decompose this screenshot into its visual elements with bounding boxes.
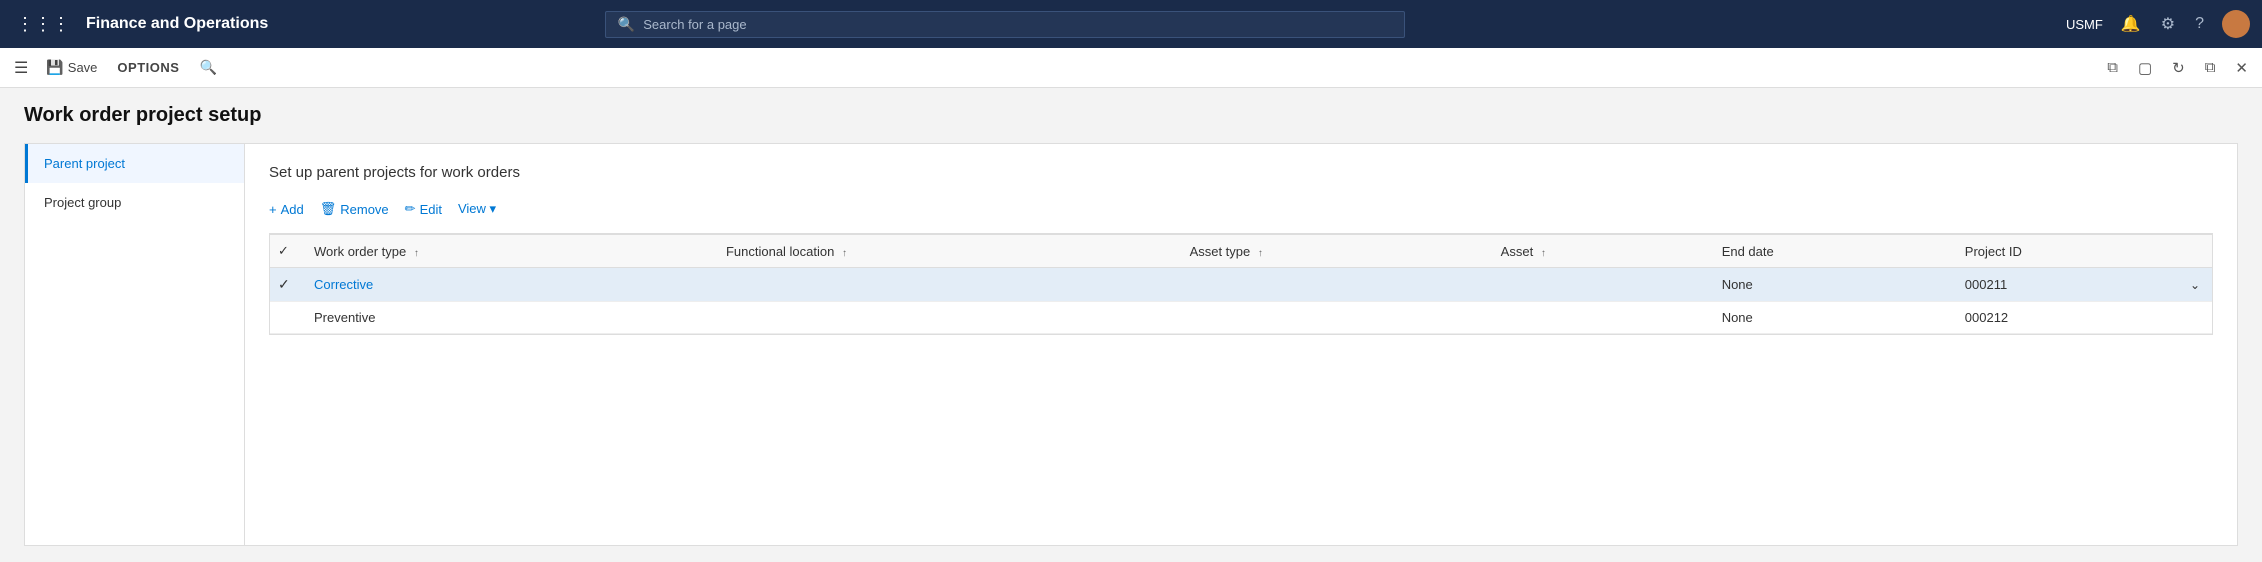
page-title: Work order project setup xyxy=(24,104,2238,127)
right-content: Set up parent projects for work orders +… xyxy=(245,144,2237,545)
row-check-1: ✓ xyxy=(270,268,302,302)
sort-icon-asset-type: ↑ xyxy=(1258,248,1263,259)
search-input[interactable] xyxy=(643,17,1392,32)
refresh-icon[interactable]: ↻ xyxy=(2166,55,2191,81)
toolbar: ☰ 💾 Save OPTIONS 🔍 ⧉ ▢ ↻ ⧉ ✕ xyxy=(0,48,2262,88)
row-check-2 xyxy=(270,302,302,334)
row-asset-2 xyxy=(1489,302,1710,334)
nav-item-project-group[interactable]: Project group xyxy=(25,183,244,222)
row-work-order-type-1[interactable]: Corrective xyxy=(302,268,714,302)
app-title: Finance and Operations xyxy=(86,15,268,33)
table-row[interactable]: Preventive No xyxy=(270,302,2212,334)
main-content: Work order project setup Parent project … xyxy=(0,88,2262,562)
help-icon[interactable]: ? xyxy=(2193,13,2206,35)
row-asset-1 xyxy=(1489,268,1710,302)
sort-icon-functional-location: ↑ xyxy=(842,248,847,259)
column-work-order-type[interactable]: Work order type ↑ xyxy=(302,235,714,268)
table-row[interactable]: ✓ Corrective xyxy=(270,268,2212,302)
column-check: ✓ xyxy=(270,235,302,268)
row-functional-location-2 xyxy=(714,302,1178,334)
save-disk-icon: 💾 xyxy=(46,59,63,76)
column-end-date[interactable]: End date xyxy=(1710,235,1953,268)
edit-button[interactable]: ✏ Edit xyxy=(405,197,442,221)
add-button[interactable]: + Add xyxy=(269,198,304,221)
data-table: ✓ Work order type ↑ Functional location … xyxy=(270,234,2212,334)
right-toolbar-icons: ⧉ ▢ ↻ ⧉ ✕ xyxy=(2101,55,2254,81)
view-button[interactable]: View ▾ xyxy=(458,197,496,221)
view-label: View ▾ xyxy=(458,201,496,217)
avatar[interactable] xyxy=(2222,10,2250,38)
inner-panel: Parent project Project group Set up pare… xyxy=(24,143,2238,546)
column-project-id[interactable]: Project ID xyxy=(1953,235,2212,268)
row-end-date-2: None xyxy=(1710,302,1953,334)
waffle-icon[interactable]: ⋮⋮⋮ xyxy=(12,10,74,39)
section-title: Set up parent projects for work orders xyxy=(269,164,2213,181)
row-functional-location-1 xyxy=(714,268,1178,302)
row-end-date-1: None xyxy=(1710,268,1953,302)
column-asset-type[interactable]: Asset type ↑ xyxy=(1178,235,1489,268)
table-header-row: ✓ Work order type ↑ Functional location … xyxy=(270,235,2212,268)
save-button[interactable]: 💾 Save xyxy=(38,55,105,80)
top-navigation: ⋮⋮⋮ Finance and Operations 🔍 USMF 🔔 ⚙ ? xyxy=(0,0,2262,48)
remove-icon: 🗑 xyxy=(320,201,337,217)
left-navigation: Parent project Project group xyxy=(25,144,245,545)
grid-icon[interactable]: ⧉ xyxy=(2101,55,2124,80)
search-icon: 🔍 xyxy=(618,16,635,33)
column-asset[interactable]: Asset ↑ xyxy=(1489,235,1710,268)
remove-button[interactable]: 🗑 Remove xyxy=(320,197,389,221)
row-work-order-type-2[interactable]: Preventive xyxy=(302,302,714,334)
user-label: USMF xyxy=(2066,17,2103,32)
open-new-icon[interactable]: ⧉ xyxy=(2199,55,2222,80)
hamburger-icon[interactable]: ☰ xyxy=(8,54,34,82)
office-icon[interactable]: ▢ xyxy=(2132,55,2158,81)
settings-icon[interactable]: ⚙ xyxy=(2159,12,2177,36)
edit-icon: ✏ xyxy=(405,201,416,217)
row-checkmark-1: ✓ xyxy=(278,276,290,292)
add-label: Add xyxy=(281,202,304,217)
notifications-icon[interactable]: 🔔 xyxy=(2119,12,2143,36)
save-label: Save xyxy=(68,60,98,75)
data-table-wrapper: ✓ Work order type ↑ Functional location … xyxy=(269,233,2213,335)
row-project-id-1[interactable]: 000211 ⌄ xyxy=(1953,268,2212,302)
toolbar-search-icon[interactable]: 🔍 xyxy=(191,55,224,80)
close-icon[interactable]: ✕ xyxy=(2229,55,2254,81)
action-bar: + Add 🗑 Remove ✏ Edit View ▾ xyxy=(269,197,2213,221)
search-bar: 🔍 xyxy=(605,11,1405,38)
dropdown-arrow-icon[interactable]: ⌄ xyxy=(2190,278,2200,292)
column-functional-location[interactable]: Functional location ↑ xyxy=(714,235,1178,268)
nav-item-parent-project[interactable]: Parent project xyxy=(25,144,244,183)
sort-icon-asset: ↑ xyxy=(1541,248,1546,259)
options-button[interactable]: OPTIONS xyxy=(109,56,187,79)
checkmark-icon: ✓ xyxy=(278,243,289,258)
add-icon: + xyxy=(269,202,277,217)
edit-label: Edit xyxy=(420,202,442,217)
right-icons: USMF 🔔 ⚙ ? xyxy=(2066,10,2250,38)
remove-label: Remove xyxy=(340,202,388,217)
row-project-id-2: 000212 xyxy=(1953,302,2212,334)
row-asset-type-2 xyxy=(1178,302,1489,334)
row-asset-type-1 xyxy=(1178,268,1489,302)
sort-icon-work-order-type: ↑ xyxy=(414,248,419,259)
